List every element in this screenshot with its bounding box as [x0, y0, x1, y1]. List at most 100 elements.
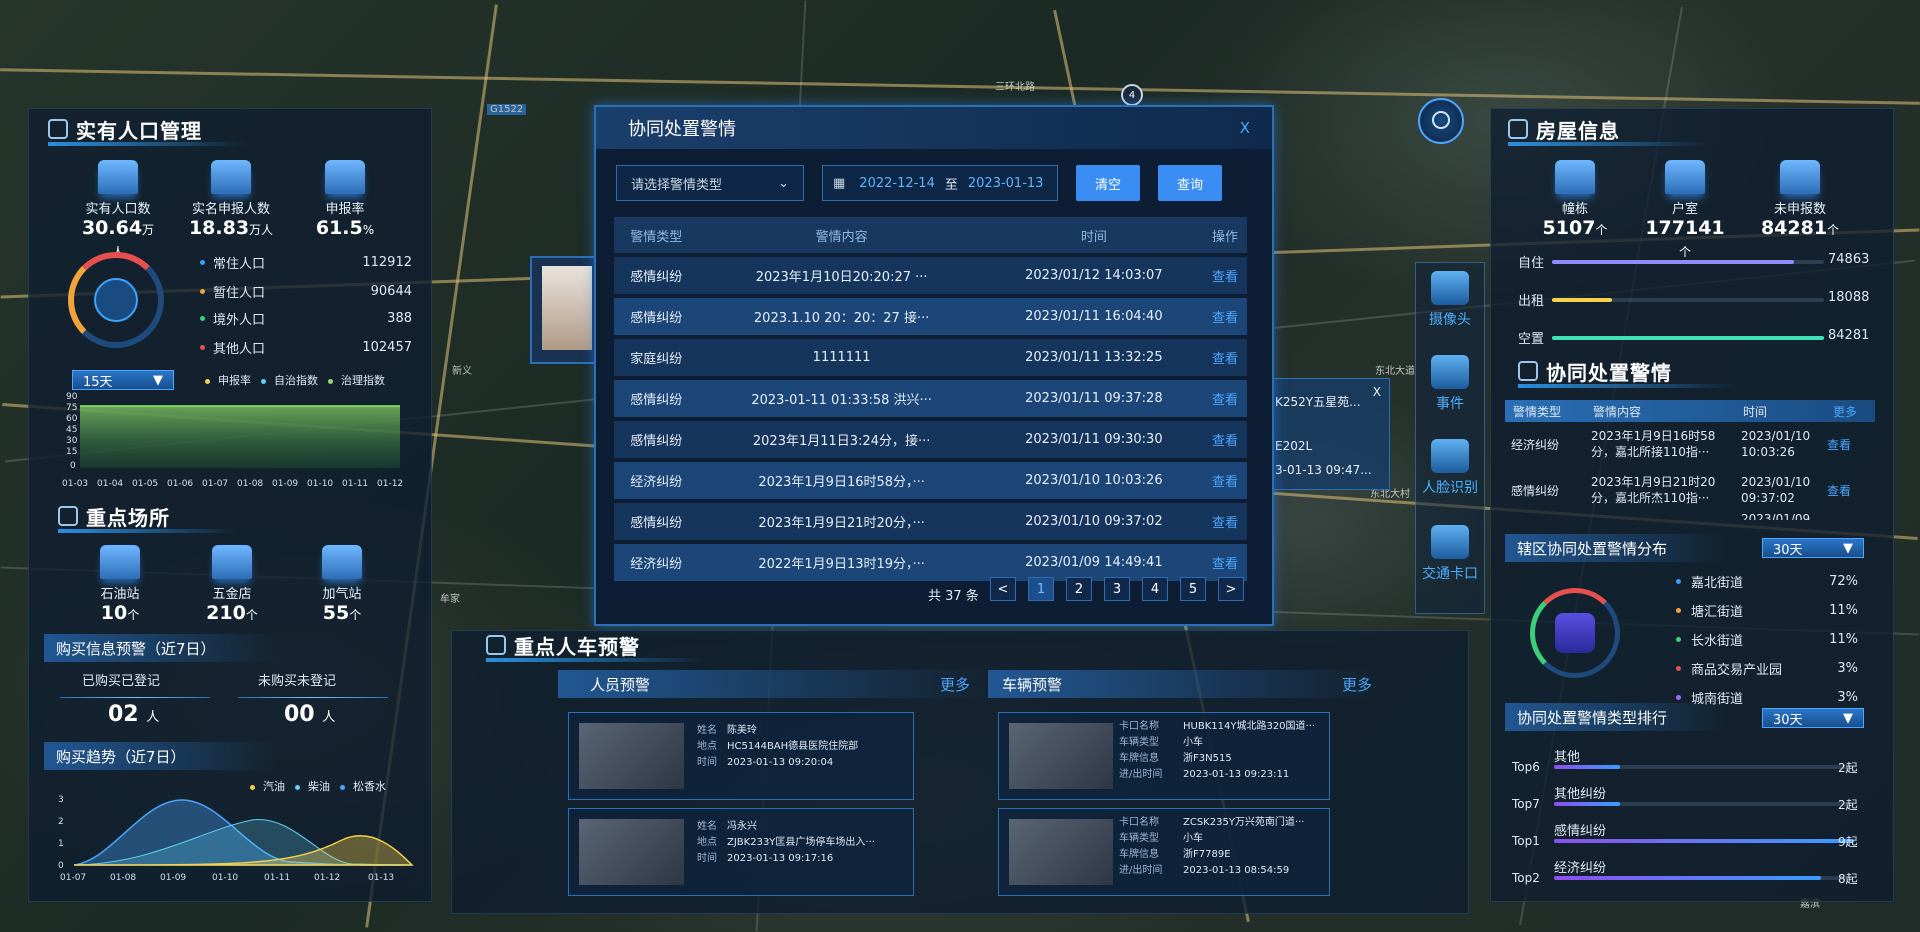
view-link[interactable]: 查看	[1827, 482, 1851, 499]
map-label: 牟家	[440, 594, 460, 605]
gauge-icon	[322, 545, 362, 579]
table-row: 经济纠纷 2023年1月9日16时58分，··· 2023/01/10 10:03:…	[614, 462, 1247, 499]
date-separator: 至	[944, 177, 958, 193]
trend-legend: 申报率 自治指数 治理指数	[205, 372, 385, 388]
legend-row: 境外人口 388	[200, 309, 412, 328]
view-link[interactable]: 查看	[1203, 298, 1247, 335]
table-row: 感情纠纷 2023年1月10日20:20:27 ··· 2023/01/12 14:…	[614, 257, 1247, 294]
view-link[interactable]: 查看	[1203, 339, 1247, 376]
legend-dot	[1676, 666, 1681, 671]
svg-text:15: 15	[66, 447, 77, 457]
svg-text:01-11: 01-11	[264, 873, 290, 883]
population-ring-chart	[68, 252, 164, 348]
view-link[interactable]: 查看	[1827, 436, 1851, 453]
map-label: 东北大道	[1375, 366, 1415, 377]
view-link[interactable]: 查看	[1203, 380, 1247, 417]
table-row: 感情纠纷 2023年1月9日21时20分，··· 2023/01/10 09:37:…	[614, 503, 1247, 540]
alerts-title: 协同处置警情	[1518, 358, 1738, 388]
page-button[interactable]: 3	[1104, 577, 1130, 601]
vehicle-card[interactable]: 卡口名称 HUBK114Y城北路320国道··· 车辆类型 小车 车牌信息 浙F3N5…	[998, 712, 1330, 800]
person-photo	[579, 723, 684, 789]
vehicle-warning-tab[interactable]: 车辆预警 更多	[988, 670, 1378, 698]
legend-row: 暂住人口 90644	[200, 282, 412, 301]
legend-dot	[1676, 608, 1681, 613]
more-link[interactable]: 更多	[940, 674, 970, 695]
district-value: 3%	[1837, 690, 1858, 705]
map-search-button[interactable]	[1418, 98, 1464, 144]
rank-label: 感情纠纷	[1554, 824, 1607, 839]
stat-value: 18.83万人	[188, 217, 274, 239]
view-link[interactable]: 查看	[1203, 503, 1247, 540]
rank-fill	[1554, 839, 1854, 843]
popup-line: E202L	[1275, 439, 1313, 453]
vehicle-photo	[1009, 819, 1113, 885]
vehicle-card[interactable]: 卡口名称 ZCSK235Y万兴苑南门道··· 车辆类型 小车 车牌信息 浙F7789E…	[998, 808, 1330, 896]
next-page-button[interactable]: >	[1218, 577, 1244, 601]
document-icon	[211, 160, 251, 194]
bar-fill	[1552, 336, 1824, 340]
svg-text:01-04: 01-04	[97, 479, 123, 489]
view-link[interactable]: 查看	[1203, 544, 1247, 581]
view-link[interactable]: 查看	[1203, 462, 1247, 499]
stat-buildings: 幢栋 5107个	[1540, 160, 1610, 239]
alert-type: 感情纠纷	[1511, 484, 1560, 498]
legend-dot	[1676, 579, 1681, 584]
vehicle-warning-title: 重点人车预警	[486, 632, 706, 662]
person-warning-tab[interactable]: 人员预警 更多	[558, 670, 990, 698]
district-period-select[interactable]: 30天 ▼	[1762, 538, 1864, 558]
ranking-title: 协同处置警情类型排行	[1505, 703, 1727, 731]
date-range-picker[interactable]: ▦ 2022-12-14 至 2023-01-13	[822, 165, 1058, 201]
gate-icon	[1431, 525, 1469, 559]
svg-text:75: 75	[66, 403, 77, 413]
alert-type-select[interactable]: 请选择警情类型 ⌄	[616, 165, 804, 201]
tool-event[interactable]: 事件	[1416, 355, 1484, 413]
map-pin[interactable]: 4	[1121, 84, 1143, 106]
popup-line: 3-01-13 09:47...	[1275, 463, 1372, 477]
stat-gas-station: 石油站 10个	[88, 545, 152, 624]
prev-page-button[interactable]: <	[990, 577, 1016, 601]
view-link[interactable]: 查看	[1203, 257, 1247, 294]
alarm-icon	[486, 635, 506, 655]
alerts-header: 警情类型 警情内容 时间 更多	[1505, 400, 1875, 422]
ranking-period-select[interactable]: 30天 ▼	[1762, 708, 1864, 728]
map-label: G1522	[487, 104, 527, 115]
alert-content: 2023年1月9日21时20 分，嘉北所杰110指···	[1591, 475, 1716, 505]
view-link[interactable]: 查看	[1203, 421, 1247, 458]
svg-text:01-05: 01-05	[132, 479, 158, 489]
tool-traffic-gate[interactable]: 交通卡口	[1416, 525, 1484, 583]
page-button[interactable]: 4	[1142, 577, 1168, 601]
search-button[interactable]: 查询	[1158, 165, 1222, 201]
tool-face-recognition[interactable]: 人脸识别	[1416, 439, 1484, 497]
person-icon	[94, 278, 138, 322]
period-select[interactable]: 15天 ▼	[72, 370, 174, 390]
modal-close-button[interactable]: X	[1240, 119, 1250, 137]
clear-button[interactable]: 清空	[1076, 165, 1140, 201]
more-link[interactable]: 更多	[1342, 674, 1372, 695]
popup-close-button[interactable]: X	[1373, 385, 1381, 399]
event-icon	[1431, 355, 1469, 389]
district-ring-chart	[1530, 588, 1620, 678]
tool-camera[interactable]: 摄像头	[1416, 271, 1484, 329]
bar-value: 84281	[1828, 328, 1870, 343]
date-from[interactable]: 2022-12-14	[859, 176, 935, 191]
alert-modal: 协同处置警情 X 请选择警情类型 ⌄ ▦ 2022-12-14 至 2023-01…	[594, 105, 1274, 626]
district-value: 3%	[1837, 661, 1858, 676]
legend-row: 常住人口 112912	[200, 253, 412, 272]
svg-text:01-09: 01-09	[272, 479, 298, 489]
person-card[interactable]: 姓名 陈美玲 地点 HC5144BAH德县医院住院部 时间 2023-01-13 09…	[568, 712, 914, 800]
alarm-icon	[1518, 361, 1538, 381]
alerts-more-link[interactable]: 更多	[1833, 403, 1857, 420]
stat-population: 实有人口数 30.64万人	[78, 160, 158, 261]
map-face-thumbnail[interactable]	[530, 256, 598, 364]
svg-text:3: 3	[58, 795, 64, 805]
person-card[interactable]: 姓名 冯永兴 地点 ZJBK233Y匡县广场停车场出入··· 时间 2023-01-1…	[568, 808, 914, 896]
housing-title: 房屋信息	[1508, 116, 1708, 146]
page-button[interactable]: 2	[1066, 577, 1092, 601]
home-icon	[1508, 119, 1528, 139]
rank-value: 2起	[1838, 761, 1858, 775]
page-button[interactable]: 5	[1180, 577, 1206, 601]
map-popup[interactable]: K252Y五星苑... X E202L 3-01-13 09:47...	[1270, 378, 1390, 490]
page-button[interactable]: 1	[1028, 577, 1054, 601]
svg-text:0: 0	[58, 861, 64, 871]
date-to[interactable]: 2023-01-13	[968, 176, 1044, 191]
